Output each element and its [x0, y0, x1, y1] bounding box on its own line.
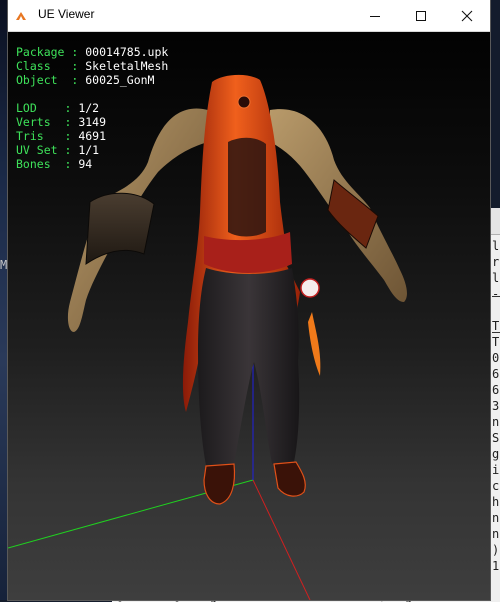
background-console-char: 0 [492, 351, 500, 365]
background-console-header [490, 208, 500, 235]
maximize-button[interactable] [398, 0, 444, 31]
3d-viewport[interactable]: Package : 00014785.upk Class : SkeletalM… [8, 32, 490, 600]
mesh-info-overlay: Package : 00014785.upk Class : SkeletalM… [16, 45, 169, 171]
app-icon [14, 9, 28, 23]
background-console-char: c [492, 479, 500, 493]
character-pants [198, 268, 300, 466]
uvset-value: 1/1 [78, 143, 100, 157]
bones-value: 94 [78, 157, 93, 171]
background-window-glyph: M [0, 258, 8, 272]
close-button[interactable] [444, 0, 490, 31]
character-left-boot [203, 463, 236, 505]
character-tassel [308, 312, 321, 376]
background-console-char: n [492, 511, 500, 525]
title-bar[interactable]: UE Viewer [8, 0, 490, 32]
lod-label: LOD [16, 101, 37, 115]
verts-label: Verts [16, 115, 51, 129]
maximize-icon [416, 10, 426, 21]
background-console-char: 1 [492, 559, 500, 573]
character-right-boot [273, 461, 306, 497]
background-console-divider [492, 296, 500, 297]
background-console-char: 6 [492, 367, 500, 381]
class-label: Class [16, 59, 51, 73]
background-console-char: i [492, 463, 500, 477]
background-console-char: n [492, 415, 500, 429]
background-console-char: - [492, 287, 500, 301]
background-console-char [492, 302, 499, 318]
character-collar-knot [237, 95, 251, 109]
close-icon [461, 10, 473, 21]
background-console-char: l [492, 239, 500, 253]
package-value: 00014785.upk [85, 45, 169, 59]
background-console-char: g [492, 447, 500, 461]
character-left-bracer [85, 192, 155, 265]
ue-viewer-window[interactable]: UE Viewer Package: 00014785.upk Class:… [8, 0, 490, 600]
window-title: UE Viewer [38, 7, 95, 21]
background-console-char: l [492, 271, 500, 285]
minimize-icon [370, 15, 380, 17]
background-console-text: lrl- T T 0 6 6 3 n Sg i c h n n) 1 [492, 238, 499, 574]
lod-value: 1/2 [78, 101, 100, 115]
background-console-char: 3 [492, 399, 500, 413]
background-console-char: r [492, 255, 500, 269]
object-value: 60025_GonM [85, 73, 155, 87]
background-console-char: 6 [492, 383, 500, 397]
package-label: Package [16, 45, 65, 59]
background-console-char: n [492, 527, 500, 541]
tris-value: 4691 [78, 129, 107, 143]
bones-label: Bones [16, 157, 51, 171]
class-value: SkeletalMesh [85, 59, 169, 73]
verts-value: 3149 [78, 115, 107, 129]
character-pendant [300, 278, 320, 298]
background-console-char: T [492, 335, 500, 349]
background-console-divider [492, 332, 500, 333]
x-axis-line [252, 479, 311, 600]
object-label: Object [16, 73, 58, 87]
desktop-background [0, 0, 8, 600]
character-chest-mesh [228, 137, 266, 237]
background-console-char: S [492, 431, 500, 445]
tris-label: Tris [16, 129, 44, 143]
uvset-label: UV Set [16, 143, 58, 157]
background-console-char: h [492, 495, 500, 509]
background-console-char: ) [492, 543, 500, 557]
minimize-button[interactable] [352, 0, 398, 31]
